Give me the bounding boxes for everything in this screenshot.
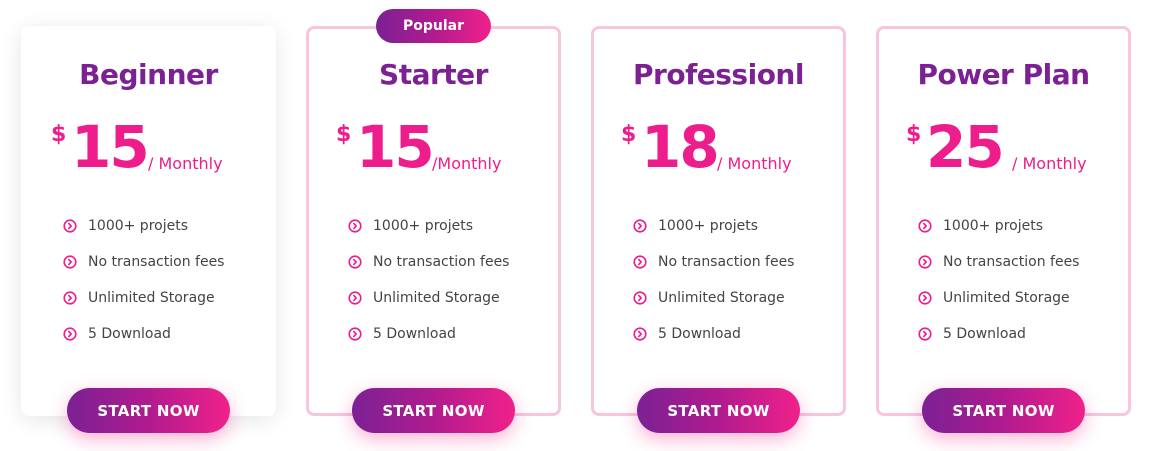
pricing-section: Beginner $ 15 / Monthly 1000+ projets No… [0,0,1157,451]
chevron-circle-icon [633,291,647,305]
plan-name: Professionl [633,58,804,91]
feature-label: No transaction fees [373,254,510,270]
plan-name: Power Plan [917,58,1090,91]
feature-item: No transaction fees [348,244,509,280]
chevron-circle-icon [348,255,362,269]
plan-name: Beginner [79,58,218,91]
price-amount: 18 [641,113,720,181]
chevron-circle-icon [633,327,647,341]
feature-label: Unlimited Storage [943,290,1070,306]
feature-label: 1000+ projets [943,218,1043,234]
currency-symbol: $ [336,122,352,147]
feature-list: 1000+ projets No transaction fees Unlimi… [633,208,794,352]
chevron-circle-icon [918,219,932,233]
chevron-circle-icon [633,219,647,233]
feature-label: No transaction fees [943,254,1080,270]
feature-item: Unlimited Storage [63,280,224,316]
feature-list: 1000+ projets No transaction fees Unlimi… [63,208,224,352]
feature-label: 5 Download [943,326,1026,342]
chevron-circle-icon [63,255,77,269]
feature-item: Unlimited Storage [348,280,509,316]
feature-label: 1000+ projets [88,218,188,234]
chevron-circle-icon [348,327,362,341]
currency-symbol: $ [906,122,922,147]
chevron-circle-icon [63,291,77,305]
feature-item: 5 Download [348,316,509,352]
feature-item: No transaction fees [918,244,1079,280]
feature-label: No transaction fees [658,254,795,270]
feature-item: 1000+ projets [348,208,509,244]
chevron-circle-icon [348,291,362,305]
price-amount: 25 [926,113,1005,181]
start-now-button-professional[interactable]: START NOW [637,388,800,433]
billing-period: /Monthly [432,154,502,173]
chevron-circle-icon [918,255,932,269]
pricing-card-professional: Professionl $ 18 / Monthly 1000+ projets… [591,26,846,416]
chevron-circle-icon [633,255,647,269]
feature-item: 5 Download [63,316,224,352]
start-now-button-starter[interactable]: START NOW [352,388,515,433]
pricing-card-starter: Starter $ 15 /Monthly 1000+ projets No t… [306,26,561,416]
popular-badge: Popular [376,9,491,43]
chevron-circle-icon [918,291,932,305]
feature-item: 5 Download [633,316,794,352]
feature-label: 5 Download [373,326,456,342]
price-amount: 15 [71,113,150,181]
billing-period: / Monthly [1012,154,1087,173]
feature-item: Unlimited Storage [918,280,1079,316]
feature-list: 1000+ projets No transaction fees Unlimi… [918,208,1079,352]
feature-label: 5 Download [658,326,741,342]
feature-item: 5 Download [918,316,1079,352]
feature-item: No transaction fees [63,244,224,280]
feature-label: 1000+ projets [373,218,473,234]
chevron-circle-icon [63,219,77,233]
currency-symbol: $ [621,122,637,147]
feature-label: 5 Download [88,326,171,342]
price-amount: 15 [356,113,435,181]
currency-symbol: $ [51,122,67,147]
start-now-button-power-plan[interactable]: START NOW [922,388,1085,433]
feature-label: 1000+ projets [658,218,758,234]
feature-label: Unlimited Storage [658,290,785,306]
feature-item: 1000+ projets [63,208,224,244]
billing-period: / Monthly [717,154,792,173]
start-now-button-beginner[interactable]: START NOW [67,388,230,433]
plan-name: Starter [379,58,488,91]
pricing-card-beginner: Beginner $ 15 / Monthly 1000+ projets No… [21,26,276,416]
feature-list: 1000+ projets No transaction fees Unlimi… [348,208,509,352]
feature-item: 1000+ projets [918,208,1079,244]
feature-label: Unlimited Storage [88,290,215,306]
feature-item: 1000+ projets [633,208,794,244]
feature-item: Unlimited Storage [633,280,794,316]
pricing-card-power-plan: Power Plan $ 25 / Monthly 1000+ projets … [876,26,1131,416]
billing-period: / Monthly [148,154,223,173]
feature-label: No transaction fees [88,254,225,270]
chevron-circle-icon [348,219,362,233]
feature-item: No transaction fees [633,244,794,280]
chevron-circle-icon [63,327,77,341]
chevron-circle-icon [918,327,932,341]
feature-label: Unlimited Storage [373,290,500,306]
